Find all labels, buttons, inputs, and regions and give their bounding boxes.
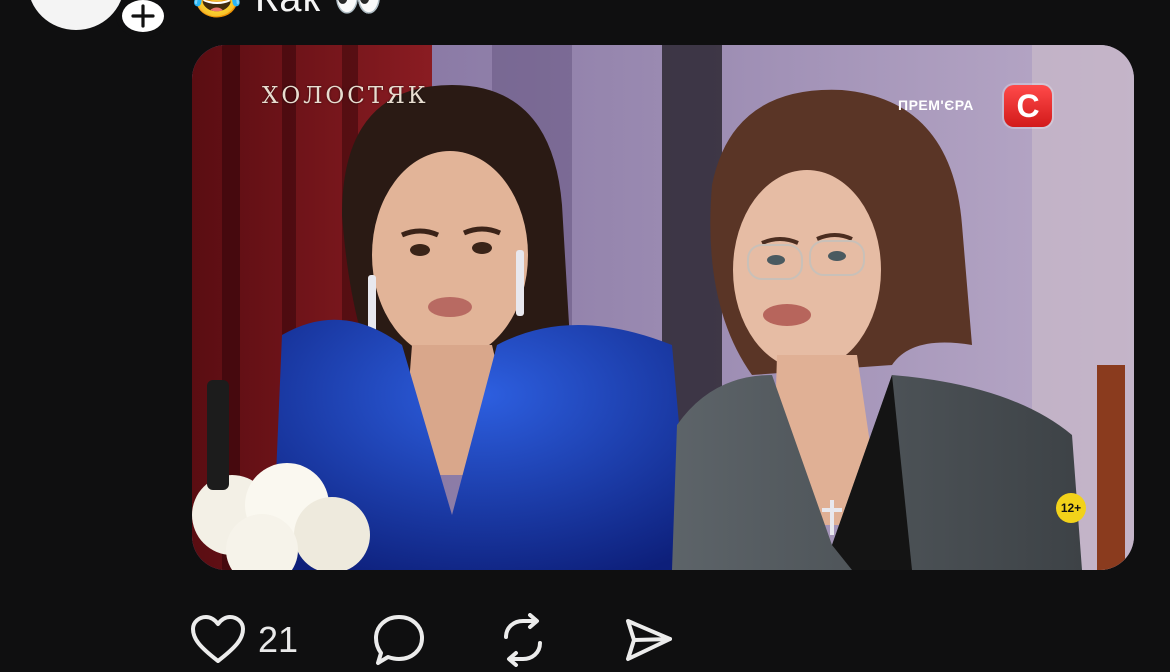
age-rating-badge: 12+ [1056,493,1086,523]
comment-icon [374,615,424,665]
follow-button[interactable] [116,0,170,38]
premiere-label: ПРЕМ'ЄРА [898,97,974,113]
avatar[interactable] [28,0,124,30]
tv-still-image [192,45,1134,570]
share-button[interactable] [622,612,676,668]
plus-icon [131,4,155,28]
like-button[interactable]: 21 [190,612,298,668]
repost-button[interactable] [496,612,550,668]
comment-button[interactable] [372,612,426,668]
heart-icon [191,615,245,663]
post-media[interactable]: ХОЛОСТЯК ПРЕМ'ЄРА С 12+ [192,45,1134,570]
post-action-bar: 21 [190,612,750,668]
post-caption: 😂 Как 👀 [192,0,384,21]
channel-logo: С [1004,85,1052,127]
repost-icon [504,613,542,667]
share-icon [626,619,672,661]
like-count: 21 [258,619,299,660]
show-logo: ХОЛОСТЯК [262,83,429,109]
thread-post: 😂 Как 👀 [0,0,1170,672]
